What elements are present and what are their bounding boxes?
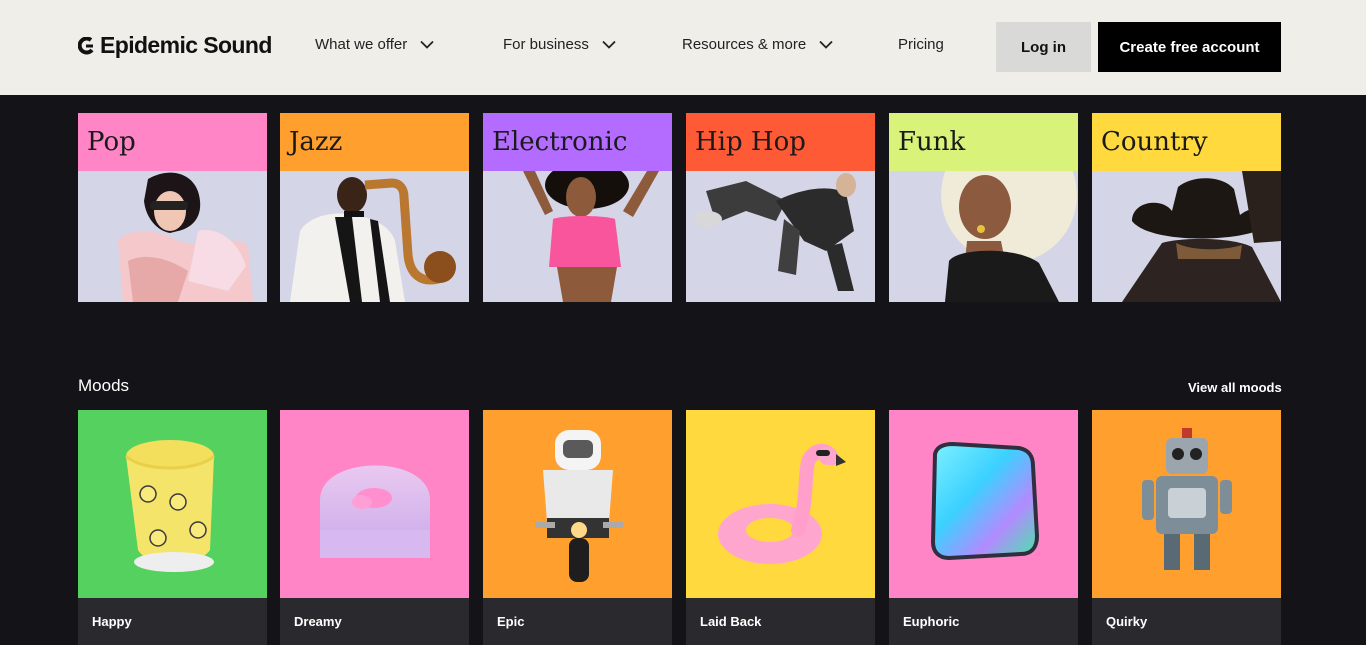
genre-label: Jazz bbox=[280, 113, 469, 171]
mood-label: Euphoric bbox=[889, 598, 1078, 645]
mood-tile-dreamy[interactable]: Dreamy bbox=[280, 410, 469, 645]
genre-tile-jazz[interactable]: Jazz bbox=[280, 113, 469, 302]
mood-tile-laid-back[interactable]: Laid Back bbox=[686, 410, 875, 645]
genre-tile-hip-hop[interactable]: Hip Hop bbox=[686, 113, 875, 302]
breakdancer-image bbox=[686, 171, 875, 302]
nav-resources-and-more[interactable]: Resources & more bbox=[682, 36, 833, 53]
genre-label: Pop bbox=[78, 113, 267, 171]
brand-name: Epidemic Sound bbox=[100, 32, 272, 58]
mood-label: Quirky bbox=[1092, 598, 1281, 645]
mood-tile-euphoric[interactable]: Euphoric bbox=[889, 410, 1078, 645]
nav-what-we-offer[interactable]: What we offer bbox=[315, 36, 434, 53]
site-header: Epidemic Sound What we offer For busines… bbox=[0, 0, 1366, 95]
genre-label: Funk bbox=[889, 113, 1078, 171]
mood-tile-epic[interactable]: Epic bbox=[483, 410, 672, 645]
mood-label: Happy bbox=[78, 598, 267, 645]
brand-logo[interactable]: Epidemic Sound bbox=[78, 32, 272, 59]
pop-artist-image bbox=[78, 171, 267, 302]
dancer-image bbox=[483, 171, 672, 302]
nav-for-business[interactable]: For business bbox=[503, 36, 616, 53]
nav-pricing[interactable]: Pricing bbox=[898, 36, 944, 53]
view-all-moods-link[interactable]: View all moods bbox=[1188, 380, 1282, 395]
genre-label: Electronic bbox=[483, 113, 672, 171]
mood-tile-happy[interactable]: Happy bbox=[78, 410, 267, 645]
chevron-down-icon bbox=[819, 40, 833, 49]
genre-tile-pop[interactable]: Pop bbox=[78, 113, 267, 302]
mood-tile-quirky[interactable]: Quirky bbox=[1092, 410, 1281, 645]
genre-tile-country[interactable]: Country bbox=[1092, 113, 1281, 302]
login-button[interactable]: Log in bbox=[996, 22, 1091, 72]
nav-label: Pricing bbox=[898, 36, 944, 53]
chevron-down-icon bbox=[602, 40, 616, 49]
cowboy-image bbox=[1092, 171, 1281, 302]
genre-tile-electronic[interactable]: Electronic bbox=[483, 113, 672, 302]
nav-label: For business bbox=[503, 36, 589, 53]
genre-label: Hip Hop bbox=[686, 113, 875, 171]
mood-label: Epic bbox=[483, 598, 672, 645]
nav-label: What we offer bbox=[315, 36, 408, 53]
chevron-down-icon bbox=[420, 40, 434, 49]
nav-label: Resources & more bbox=[682, 36, 807, 53]
smiley-tape-image bbox=[78, 410, 267, 598]
flamingo-float-image bbox=[686, 410, 875, 598]
mood-label: Dreamy bbox=[280, 598, 469, 645]
mood-label: Laid Back bbox=[686, 598, 875, 645]
holographic-cube-image bbox=[889, 410, 1078, 598]
cloud-arch-image bbox=[280, 410, 469, 598]
genre-label: Country bbox=[1092, 113, 1281, 171]
epidemic-logo-icon bbox=[78, 36, 94, 54]
astronaut-motorbike-image bbox=[483, 410, 672, 598]
genre-tile-funk[interactable]: Funk bbox=[889, 113, 1078, 302]
toy-robot-image bbox=[1092, 410, 1281, 598]
moods-section-title: Moods bbox=[78, 376, 130, 395]
afro-singer-image bbox=[889, 171, 1078, 302]
create-account-button[interactable]: Create free account bbox=[1098, 22, 1281, 72]
saxophone-player-image bbox=[280, 171, 469, 302]
